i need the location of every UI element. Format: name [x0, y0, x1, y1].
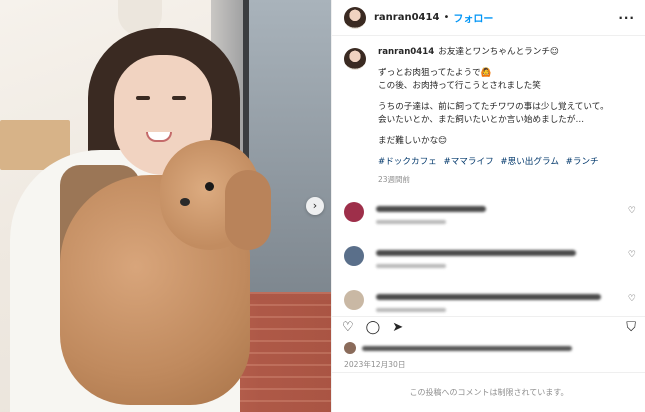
share-icon[interactable]: ➤	[392, 320, 403, 335]
caption-time: 23週間前	[378, 175, 411, 184]
caption-body: ranran0414 お友達とワンちゃんとランチ☺ ずっとお肉狙ってたようで🙆 こ…	[378, 46, 609, 186]
eye-right	[172, 96, 186, 100]
action-bar: ♡ ◯ ➤ ⛉	[332, 316, 645, 338]
more-options-icon[interactable]: ···	[618, 11, 635, 25]
background-window	[243, 0, 331, 300]
caption-line: ずっとお肉狙ってたようで🙆	[378, 68, 492, 78]
caption-username[interactable]: ranran0414	[378, 47, 434, 57]
comment-icon[interactable]: ◯	[366, 320, 381, 335]
comment-meta-blurred	[376, 308, 446, 312]
hashtag-link[interactable]: #思い出グラム	[500, 157, 559, 167]
caption-line: まだ難しいかな😊	[378, 136, 448, 146]
comments-restricted-notice: この投稿へのコメントは制限されています。	[332, 372, 645, 412]
post-header: ranran0414 • フォロー ···	[332, 0, 645, 36]
comment-text-blurred	[376, 250, 576, 256]
separator-dot: •	[443, 12, 450, 23]
comment-meta-blurred	[376, 264, 446, 268]
caption-line: 会いたいとか、また飼いたいとか言い始めましたが…	[378, 115, 585, 125]
likes-text-blurred	[362, 345, 572, 351]
comment-avatar[interactable]	[344, 246, 364, 266]
post-side-panel: ranran0414 • フォロー ··· ranran0414 お友達とワンちゃ…	[331, 0, 645, 412]
eye-left	[136, 96, 150, 100]
hashtags: #ドックカフェ #ママライフ #思い出グラム #ランチ	[378, 156, 609, 169]
hashtag-link[interactable]: #ランチ	[566, 157, 599, 167]
caption: ranran0414 お友達とワンちゃんとランチ☺ ずっとお肉狙ってたようで🙆 こ…	[332, 36, 645, 186]
heart-icon[interactable]: ♡	[342, 320, 354, 335]
comment-like-icon[interactable]: ♡	[628, 206, 636, 216]
comments-list: ♡ ♡ ♡	[332, 196, 645, 328]
caption-first-line: お友達とワンちゃんとランチ☺	[438, 47, 559, 57]
comment-meta-blurred	[376, 220, 446, 224]
dog-eye	[205, 182, 214, 191]
comment-avatar[interactable]	[344, 202, 364, 222]
next-image-button[interactable]: ›	[306, 197, 324, 215]
comment-text-blurred	[376, 294, 601, 300]
follow-button[interactable]: フォロー	[453, 10, 493, 25]
hashtag-link[interactable]: #ママライフ	[444, 157, 494, 167]
comment-text-blurred	[376, 206, 486, 212]
comment-item: ♡	[332, 196, 645, 240]
caption-line: うちの子達は、前に飼ってたチワワの事は少し覚えていて。	[378, 102, 609, 112]
comment-avatar[interactable]	[344, 290, 364, 310]
author-avatar[interactable]	[344, 6, 366, 29]
likes-summary[interactable]	[344, 342, 572, 354]
hashtag-link[interactable]: #ドックカフェ	[378, 157, 437, 167]
dog-nose	[180, 198, 190, 206]
author-username[interactable]: ranran0414	[374, 12, 439, 23]
liker-avatar	[344, 342, 356, 354]
caption-line: この後、お肉持って行こうとされました笑	[378, 81, 541, 91]
comment-like-icon[interactable]: ♡	[628, 294, 636, 304]
dog-ear	[225, 170, 271, 250]
post-photo[interactable]: ›	[0, 0, 331, 412]
caption-avatar[interactable]	[344, 48, 366, 70]
comment-item: ♡	[332, 240, 645, 284]
comment-like-icon[interactable]: ♡	[628, 250, 636, 260]
bookmark-icon[interactable]: ⛉	[626, 320, 636, 335]
post-date: 2023年12月30日	[344, 360, 406, 369]
